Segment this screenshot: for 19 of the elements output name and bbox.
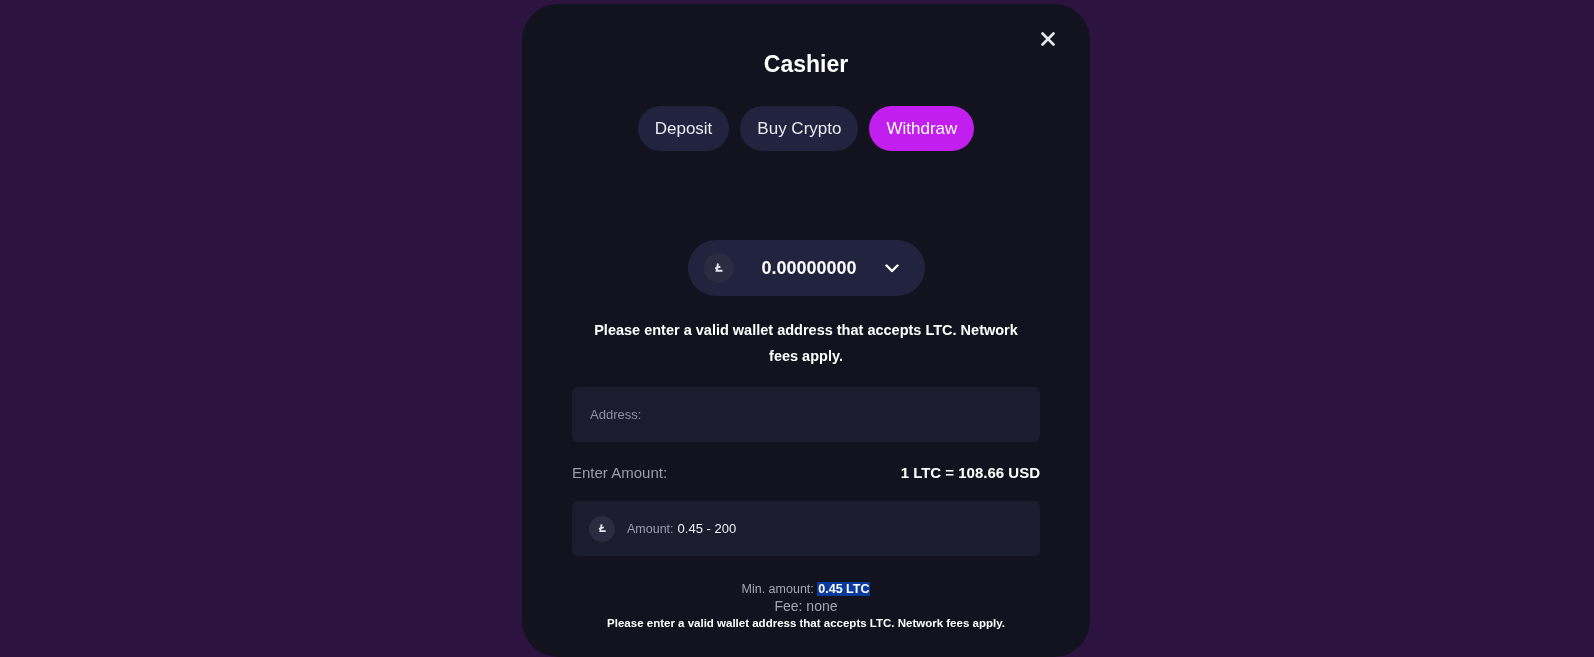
notice-text: Please enter a valid wallet address that accepts LTC. Network fees apply.	[593, 321, 1019, 366]
cashier-tab[interactable]: Buy Crypto	[740, 106, 859, 151]
amount-field-label: Amount:	[627, 521, 674, 536]
cashier-tab[interactable]: Withdraw	[869, 106, 975, 151]
exchange-rate: 1 LTC = 108.66 USD	[900, 464, 1040, 481]
chevron-down-icon	[884, 263, 899, 273]
amount-label: Enter Amount:	[572, 464, 668, 481]
dialog-title: Cashier	[762, 50, 850, 79]
min-amount-label: Min. amount:	[741, 582, 814, 596]
notice-text: Please enter a valid wallet address that accepts LTC. Network fees apply.	[606, 616, 1006, 631]
litecoin-icon	[589, 515, 615, 542]
fee-text: Fee: none	[773, 597, 839, 615]
balance-selector[interactable]: 0.00000000	[687, 240, 925, 296]
address-field[interactable]: Address:	[572, 387, 1040, 442]
litecoin-icon	[703, 253, 734, 283]
amount-input[interactable]: 0.45 - 200	[677, 521, 1040, 536]
min-amount-value: 0.45 LTC	[817, 582, 871, 596]
cashier-tab[interactable]: Deposit	[637, 106, 730, 151]
close-icon[interactable]	[1041, 32, 1055, 46]
